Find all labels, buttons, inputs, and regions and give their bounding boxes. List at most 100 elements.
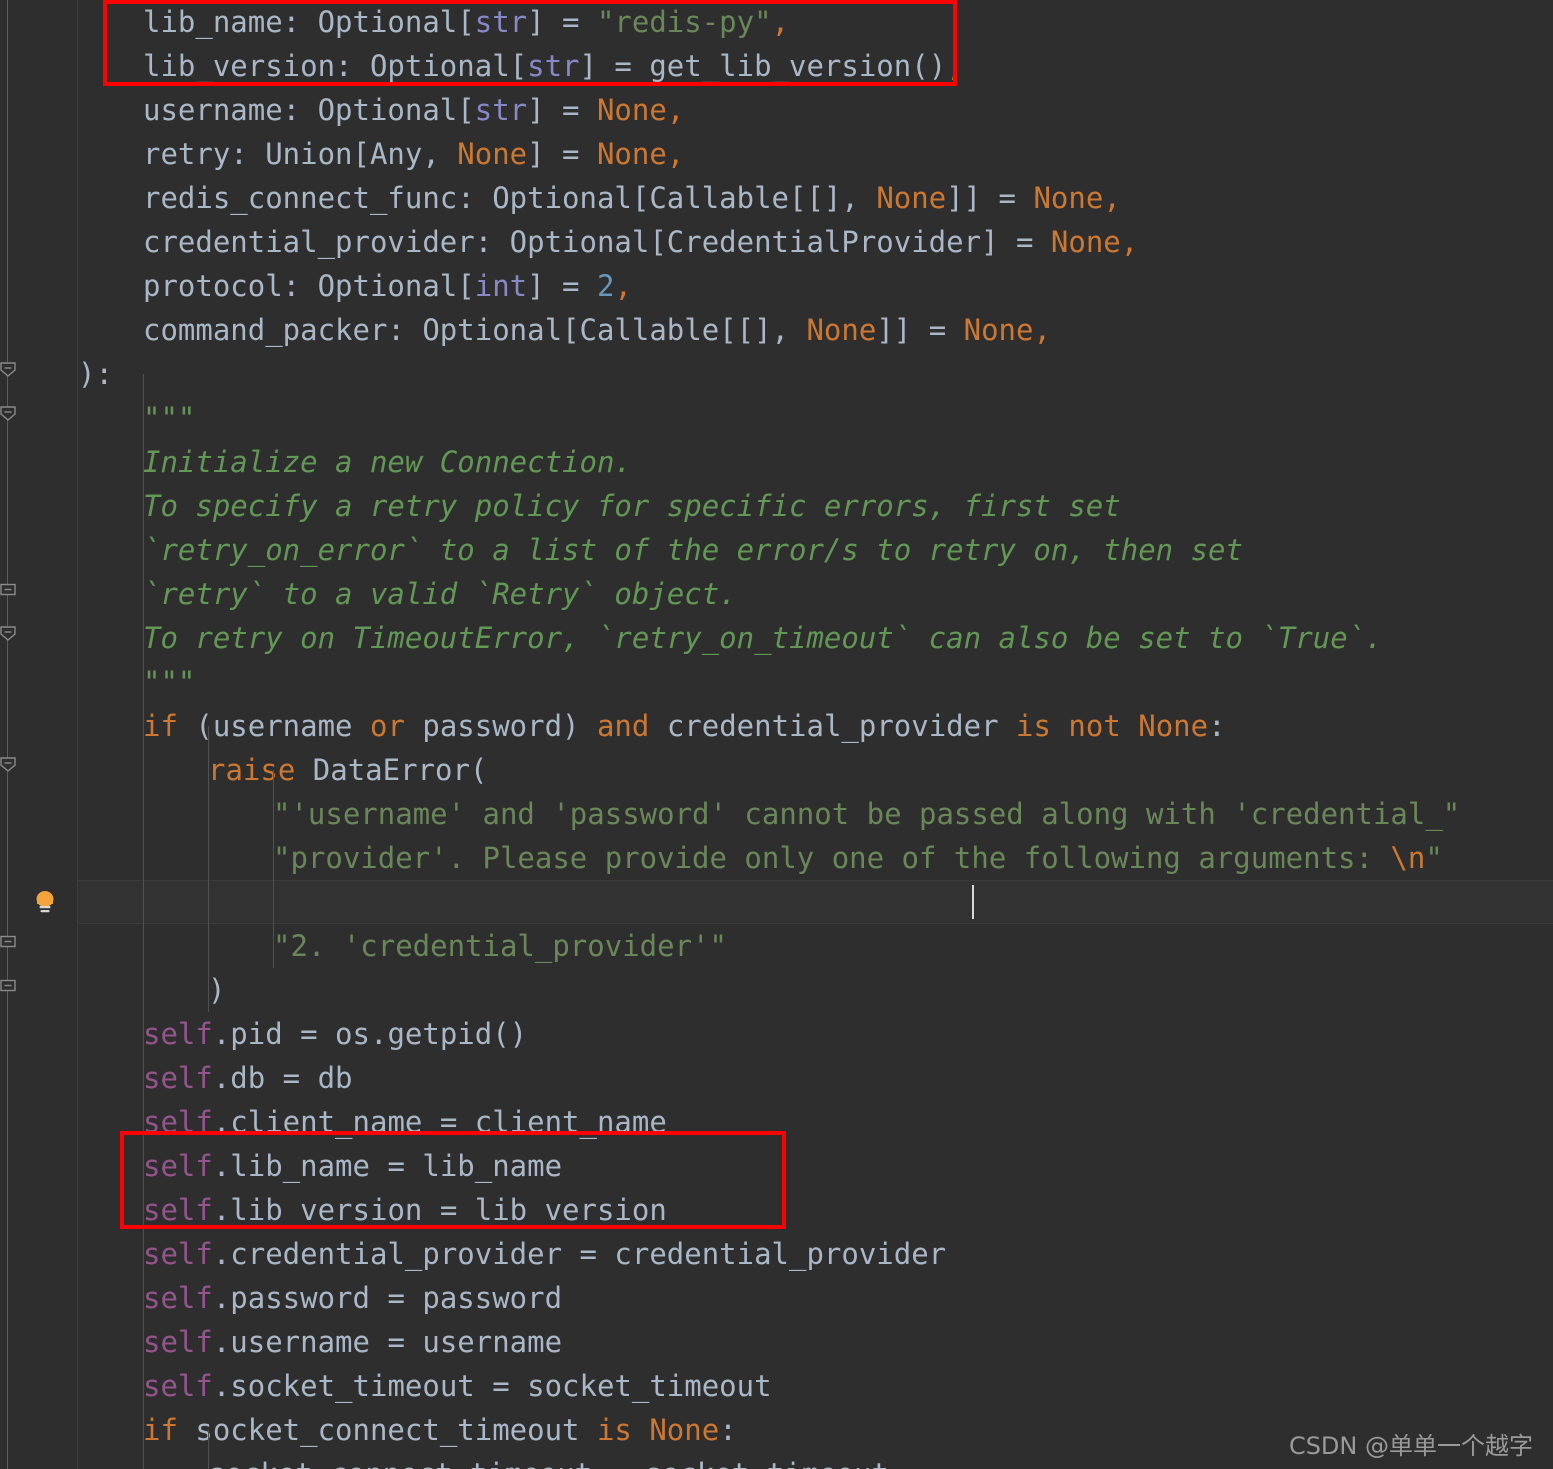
code-line[interactable]: username: Optional[str] = None,: [143, 88, 684, 132]
code-token: ] =: [527, 269, 597, 303]
fold-collapse-down-icon[interactable]: [0, 362, 16, 377]
code-token: `retry` to a valid `Retry` object.: [143, 577, 737, 611]
lightbulb-icon[interactable]: [30, 887, 60, 917]
fold-collapse-minus-icon[interactable]: [0, 934, 16, 949]
fold-collapse-minus-icon[interactable]: [0, 582, 16, 597]
code-token: protocol: Optional[: [143, 269, 475, 303]
code-token: None: [876, 181, 947, 215]
code-token: if: [143, 709, 178, 743]
code-token: None: [649, 1413, 720, 1447]
code-token: self: [143, 1325, 213, 1359]
code-token: "2. 'credential_provider'": [273, 929, 727, 963]
code-token: None: [963, 313, 1034, 347]
code-token: lib_name: Optional[: [143, 5, 475, 39]
code-line[interactable]: redis_connect_func: Optional[Callable[[]…: [143, 176, 1121, 220]
code-token: credential_provider: [649, 709, 1017, 743]
code-line[interactable]: "provider'. Please provide only one of t…: [273, 836, 1443, 880]
code-token: and: [596, 709, 650, 743]
code-token: ] =: [527, 137, 597, 171]
code-token: ):: [78, 357, 113, 391]
code-token: "'username' and 'password' cannot be pas…: [273, 797, 1461, 831]
code-line[interactable]: "2. 'credential_provider'": [273, 924, 727, 968]
code-line[interactable]: self.client_name = client_name: [143, 1100, 667, 1144]
code-token: lib_version: Optional[: [143, 49, 528, 83]
code-line[interactable]: Initialize a new Connection.: [143, 440, 632, 484]
code-line[interactable]: To specify a retry policy for specific e…: [143, 484, 1121, 528]
code-token: \n: [1390, 841, 1426, 875]
code-line[interactable]: self.credential_provider = credential_pr…: [143, 1232, 946, 1276]
code-token: None: [457, 137, 528, 171]
code-token: str: [474, 5, 528, 39]
code-line[interactable]: ): [208, 968, 225, 1012]
code-token: socket_connect_timeout: [177, 1413, 597, 1447]
fold-collapse-minus-icon[interactable]: [0, 978, 16, 993]
code-line[interactable]: self.username = username: [143, 1320, 562, 1364]
code-token: self: [143, 1369, 213, 1403]
code-token: redis_connect_func: Optional[Callable[[]…: [143, 181, 877, 215]
code-line[interactable]: To retry on TimeoutError, `retry_on_time…: [143, 616, 1383, 660]
code-token: ]] =: [946, 181, 1034, 215]
code-token: ] =: [527, 5, 597, 39]
code-token: self: [143, 1281, 213, 1315]
code-token: ,: [771, 5, 790, 39]
code-line[interactable]: self.pid = os.getpid(): [143, 1012, 527, 1056]
code-token: .password = password: [212, 1281, 563, 1315]
code-line[interactable]: command_packer: Optional[Callable[[], No…: [143, 308, 1051, 352]
code-line[interactable]: self.lib_name = lib_name: [143, 1144, 562, 1188]
code-line[interactable]: credential_provider: Optional[Credential…: [143, 220, 1138, 264]
code-token: (username: [177, 709, 370, 743]
code-line[interactable]: """: [143, 660, 195, 704]
code-token: None: [1138, 709, 1209, 743]
code-token: ,: [666, 93, 685, 127]
code-token: raise: [208, 753, 296, 787]
code-token: self: [143, 1061, 213, 1095]
code-line[interactable]: lib_name: Optional[str] = "redis-py",: [143, 0, 789, 44]
current-line-highlight: [0, 880, 1553, 924]
code-token: None: [596, 93, 667, 127]
indent-guide: [273, 770, 274, 968]
code-line[interactable]: self.password = password: [143, 1276, 562, 1320]
code-line[interactable]: self.lib_version = lib_version: [143, 1188, 667, 1232]
code-token: password): [404, 709, 597, 743]
code-line[interactable]: lib_version: Optional[str] = get_lib_ver…: [143, 44, 964, 88]
indent-guide: [208, 726, 209, 1012]
code-token: command_packer: Optional[Callable[[],: [143, 313, 807, 347]
code-line[interactable]: """: [143, 396, 195, 440]
code-token: .lib_version = lib_version: [212, 1193, 667, 1227]
code-line[interactable]: `retry` to a valid `Retry` object.: [143, 572, 737, 616]
code-token: ,: [1120, 225, 1139, 259]
code-line[interactable]: socket_connect_timeout = socket_timeout: [208, 1452, 889, 1469]
indent-guide: [143, 374, 144, 1469]
code-token: retry: Union[Any,: [143, 137, 458, 171]
code-token: ,: [614, 269, 632, 303]
code-token: ): [208, 973, 226, 1007]
code-token: None: [1033, 181, 1104, 215]
code-line[interactable]: if socket_connect_timeout is None:: [143, 1408, 737, 1452]
fold-collapse-down-icon[interactable]: [0, 626, 16, 641]
code-line[interactable]: if (username or password) and credential…: [143, 704, 1226, 748]
code-line[interactable]: "'username' and 'password' cannot be pas…: [273, 792, 1460, 836]
code-token: credential_provider: Optional[Credential…: [143, 225, 1051, 259]
code-line[interactable]: self.db = db: [143, 1056, 353, 1100]
code-token: "provider'. Please provide only one of t…: [273, 841, 1391, 875]
code-token: None: [1050, 225, 1121, 259]
indent-guide: [208, 1430, 209, 1469]
code-line[interactable]: retry: Union[Any, None] = None,: [143, 132, 684, 176]
code-token: .pid = os.getpid(): [212, 1017, 528, 1051]
code-token: self: [143, 1105, 213, 1139]
code-line[interactable]: protocol: Optional[int] = 2,: [143, 264, 632, 308]
fold-collapse-down-icon[interactable]: [0, 757, 16, 772]
fold-collapse-down-icon[interactable]: [0, 406, 16, 421]
code-line[interactable]: raise DataError(: [208, 748, 487, 792]
code-token: 2: [596, 269, 615, 303]
code-line[interactable]: ):: [78, 352, 113, 396]
code-line[interactable]: self.socket_timeout = socket_timeout: [143, 1364, 772, 1408]
code-token: ,: [946, 49, 964, 83]
code-token: """: [143, 665, 196, 699]
editor-gutter[interactable]: [0, 0, 78, 1469]
code-text-area[interactable]: lib_name: Optional[str] = "redis-py", lib…: [78, 0, 1553, 1469]
code-line[interactable]: `retry_on_error` to a list of the error/…: [143, 528, 1243, 572]
code-token: :: [719, 1413, 737, 1447]
